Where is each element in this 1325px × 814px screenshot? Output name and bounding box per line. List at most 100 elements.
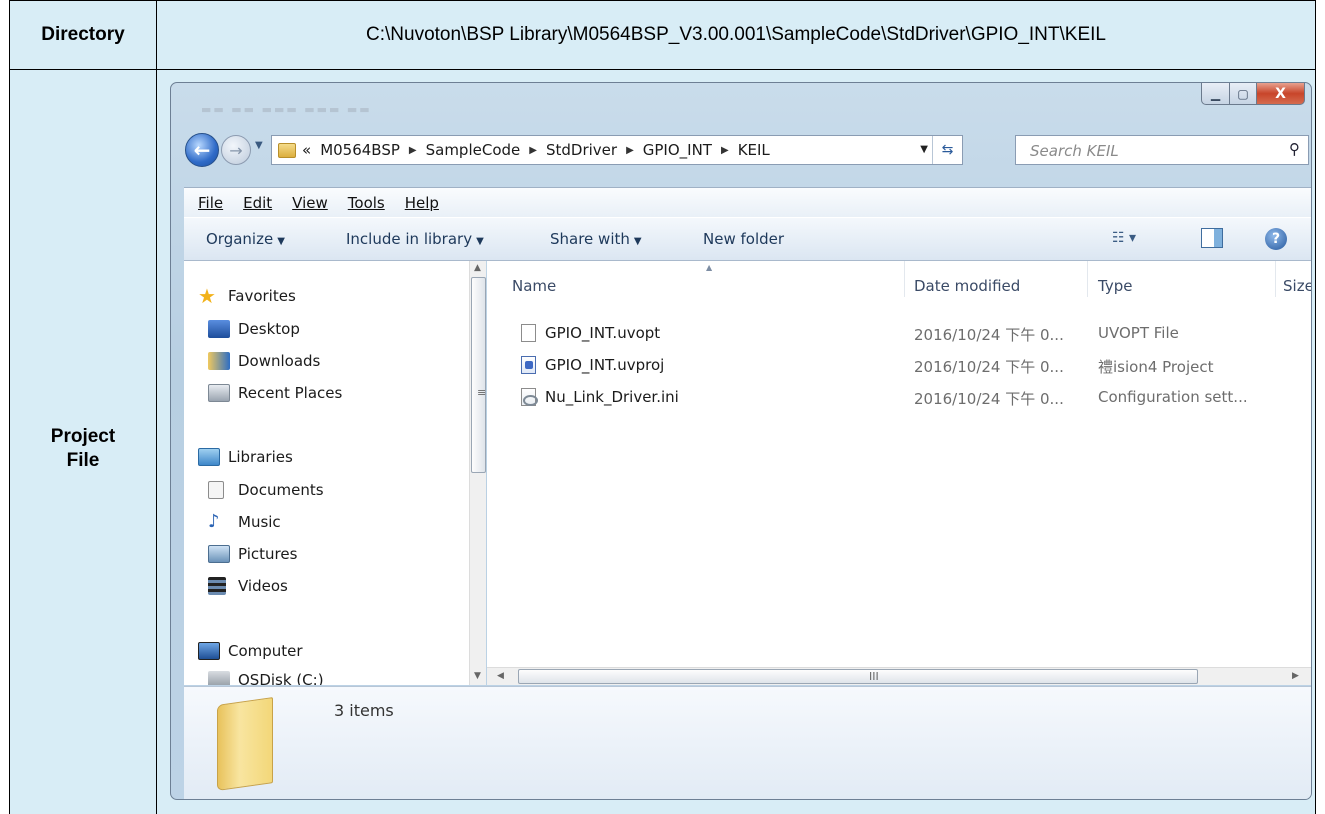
organize-label: Organize xyxy=(206,230,274,248)
nav-downloads[interactable]: Downloads xyxy=(208,352,320,370)
file-name: GPIO_INT.uvproj xyxy=(545,356,665,374)
horizontal-scroll-thumb[interactable]: III xyxy=(518,669,1198,684)
nav-computer[interactable]: Computer xyxy=(198,642,303,660)
back-arrow-icon: ← xyxy=(193,138,211,162)
pictures-icon xyxy=(208,545,230,563)
menu-view[interactable]: View xyxy=(292,194,328,212)
preview-pane-icon[interactable] xyxy=(1201,228,1223,248)
share-with-button[interactable]: Share with ▼ xyxy=(550,230,642,248)
breadcrumb-segment[interactable]: SampleCode xyxy=(426,141,521,159)
new-folder-button[interactable]: New folder xyxy=(703,230,784,248)
breadcrumb-segment[interactable]: StdDriver xyxy=(546,141,617,159)
column-type[interactable]: Type xyxy=(1098,277,1132,295)
column-divider[interactable] xyxy=(1275,261,1276,297)
nav-favorites[interactable]: ★ Favorites xyxy=(198,286,296,306)
nav-documents[interactable]: Documents xyxy=(208,481,324,499)
refresh-icon[interactable]: ⇆ xyxy=(932,136,962,164)
column-date-modified[interactable]: Date modified xyxy=(914,277,1020,295)
change-view-icon[interactable]: ☷ ▾ xyxy=(1112,230,1136,246)
close-button[interactable]: X xyxy=(1257,83,1305,105)
nav-computer-label: Computer xyxy=(228,642,303,660)
breadcrumb-segment[interactable]: GPIO_INT xyxy=(643,141,712,159)
breadcrumb-chevron-icon[interactable]: ▶ xyxy=(529,145,537,156)
menu-tools-label: Tools xyxy=(347,193,385,212)
nav-music[interactable]: ♪ Music xyxy=(208,511,281,532)
directory-header: Directory xyxy=(41,24,125,45)
menu-bar: File Edit View Tools Help xyxy=(184,187,1311,217)
maximize-button[interactable]: ▢ xyxy=(1230,83,1257,105)
search-box[interactable]: Search KEIL ⚲ xyxy=(1015,135,1309,165)
back-button[interactable]: ← xyxy=(185,133,219,167)
nav-videos-label: Videos xyxy=(238,577,288,595)
menu-help-label: Help xyxy=(404,193,439,212)
menu-edit-label: Edit xyxy=(243,193,273,212)
downloads-icon xyxy=(208,352,230,370)
file-name: Nu_Link_Driver.ini xyxy=(545,388,679,406)
file-type: UVOPT File xyxy=(1098,324,1179,342)
recent-pages-dropdown-icon[interactable]: ▼ xyxy=(255,140,263,151)
file-date: 2016/10/24 下午 0... xyxy=(914,326,1064,344)
file-row[interactable]: Nu_Link_Driver.ini 2016/10/24 下午 0... Co… xyxy=(487,384,1311,412)
project-file-header-cell: Project File xyxy=(9,69,157,814)
minimize-button[interactable]: ▁ xyxy=(1201,83,1230,105)
scroll-left-arrow-icon[interactable]: ◀ xyxy=(497,671,504,681)
music-note-icon: ♪ xyxy=(208,511,220,532)
recent-places-icon xyxy=(208,384,230,402)
include-in-library-button[interactable]: Include in library ▼ xyxy=(346,230,484,248)
nav-libraries[interactable]: Libraries xyxy=(198,448,293,466)
nav-osdisk[interactable]: OSDisk (C:) xyxy=(208,671,324,685)
directory-path: C:\Nuvoton\BSP Library\M0564BSP_V3.00.00… xyxy=(366,24,1106,45)
search-input[interactable]: Search KEIL xyxy=(1030,142,1119,160)
computer-icon xyxy=(198,642,220,660)
help-icon[interactable]: ? xyxy=(1265,228,1287,250)
organize-button[interactable]: Organize ▼ xyxy=(206,230,285,248)
search-icon[interactable]: ⚲ xyxy=(1289,140,1300,158)
file-type: 禮ision4 Project xyxy=(1098,358,1214,376)
nav-scrollbar[interactable]: ▲ ≡ ▼ xyxy=(469,261,486,685)
breadcrumb-overflow[interactable]: « xyxy=(302,141,311,159)
breadcrumb-segment[interactable]: M0564BSP xyxy=(320,141,400,159)
file-row[interactable]: GPIO_INT.uvopt 2016/10/24 下午 0... UVOPT … xyxy=(487,320,1311,348)
document-icon xyxy=(521,324,536,342)
breadcrumb-segment[interactable]: KEIL xyxy=(738,141,770,159)
breadcrumb-chevron-icon[interactable]: ▶ xyxy=(626,145,634,156)
scroll-right-arrow-icon[interactable]: ▶ xyxy=(1292,671,1299,681)
videos-icon xyxy=(208,577,226,595)
navigation-pane: ★ Favorites Desktop Downloads Recent Pla… xyxy=(184,261,486,685)
nav-videos[interactable]: Videos xyxy=(208,577,288,595)
forward-button[interactable]: → xyxy=(221,135,251,165)
column-size[interactable]: Size xyxy=(1283,277,1311,295)
new-folder-label: New folder xyxy=(703,230,785,248)
folder-icon xyxy=(278,142,296,158)
nav-desktop-label: Desktop xyxy=(238,320,300,338)
project-header-line2: File xyxy=(66,450,100,471)
scroll-up-arrow-icon[interactable]: ▲ xyxy=(474,263,481,273)
settings-file-icon xyxy=(521,388,538,406)
column-divider[interactable] xyxy=(904,261,905,297)
command-bar: Organize ▼ Include in library ▼ Share with… xyxy=(184,217,1311,261)
file-row[interactable]: GPIO_INT.uvproj 2016/10/24 下午 0... 禮isio… xyxy=(487,352,1311,380)
nav-osdisk-label: OSDisk (C:) xyxy=(238,671,324,685)
menu-tools[interactable]: Tools xyxy=(348,194,385,212)
scroll-down-arrow-icon[interactable]: ▼ xyxy=(474,671,481,681)
uvision-project-icon xyxy=(521,356,536,374)
menu-file[interactable]: File xyxy=(198,194,223,212)
chevron-down-icon: ▼ xyxy=(277,236,285,247)
chevron-down-icon: ▼ xyxy=(633,236,642,247)
nav-scroll-thumb[interactable]: ≡ xyxy=(471,277,486,473)
menu-edit[interactable]: Edit xyxy=(243,194,272,212)
menu-help[interactable]: Help xyxy=(405,194,439,212)
horizontal-scrollbar[interactable]: ◀ III ▶ xyxy=(487,667,1311,685)
nav-recent-places[interactable]: Recent Places xyxy=(208,384,342,402)
nav-desktop[interactable]: Desktop xyxy=(208,320,300,338)
column-divider[interactable] xyxy=(1087,261,1088,297)
chevron-down-icon: ▼ xyxy=(476,236,484,247)
address-dropdown-icon[interactable]: ▼ xyxy=(920,144,928,155)
column-name[interactable]: Name xyxy=(512,277,556,295)
address-bar[interactable]: « M0564BSP ▶ SampleCode ▶ StdDriver ▶ GP… xyxy=(271,135,963,165)
nav-pictures[interactable]: Pictures xyxy=(208,545,297,563)
documents-icon xyxy=(208,481,224,499)
directory-header-cell: Directory xyxy=(9,0,157,70)
breadcrumb-chevron-icon[interactable]: ▶ xyxy=(409,145,417,156)
breadcrumb-chevron-icon[interactable]: ▶ xyxy=(721,145,729,156)
